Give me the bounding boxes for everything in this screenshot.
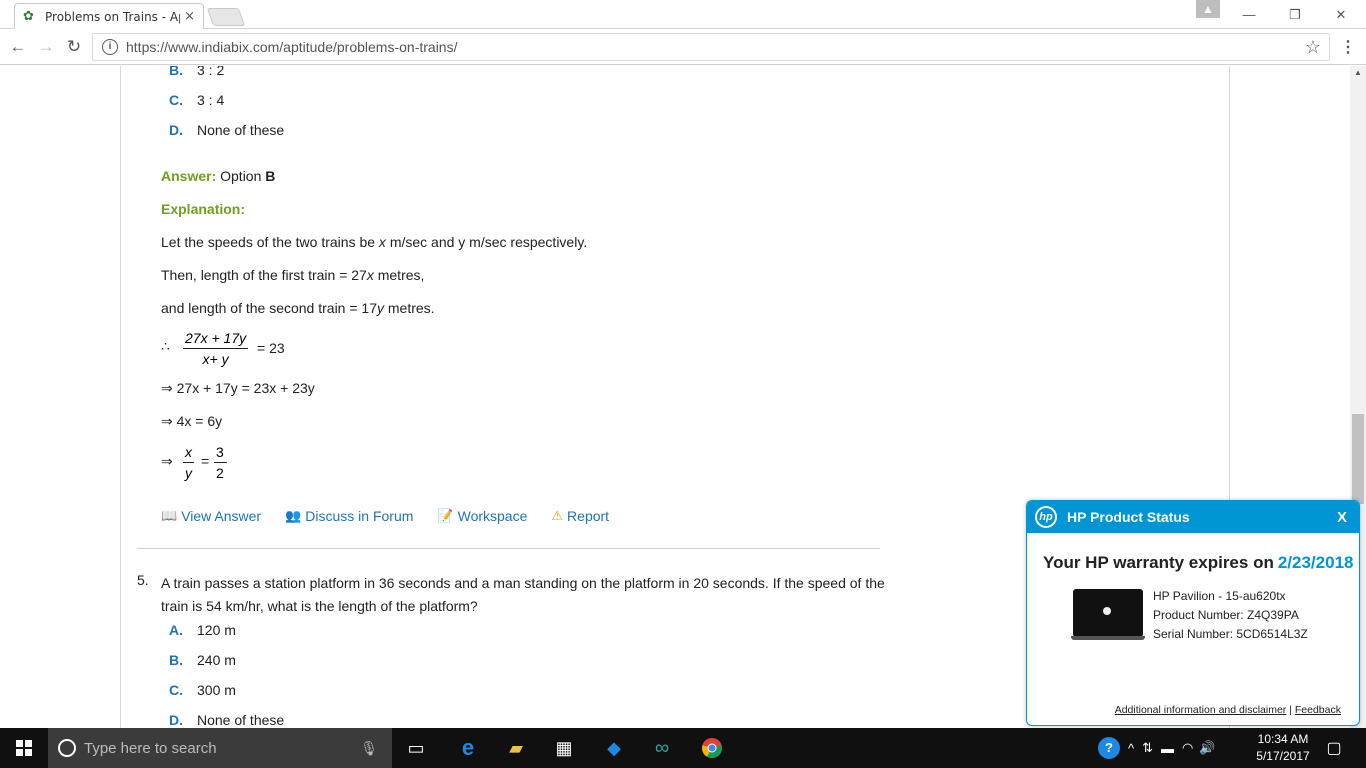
hp-popup-title: HP Product Status — [1067, 509, 1190, 525]
windows-logo-icon — [16, 740, 32, 756]
system-tray: ? ^ ⇅ ▬ ◠ 🔊 — [1098, 728, 1216, 768]
back-icon[interactable]: ← — [8, 37, 28, 57]
explanation-line-1: Let the speeds of the two trains be x m/… — [161, 234, 588, 250]
restore-icon[interactable]: ❐ — [1272, 0, 1318, 29]
ratio-dot: . — [225, 455, 228, 466]
tab-close-icon[interactable]: × — [184, 9, 195, 24]
option-b[interactable]: B. 3 : 2 — [169, 66, 224, 78]
laptop-image — [1071, 589, 1145, 640]
hp-popup-header: hp HP Product Status X — [1027, 501, 1359, 533]
option-c[interactable]: C. 3 : 4 — [169, 92, 224, 108]
browser-titlebar: ✿ Problems on Trains - Apt × ▲ — ❐ ✕ — [0, 0, 1366, 29]
hp-product-number: Product Number: Z4Q39PA — [1153, 608, 1299, 622]
file-explorer-icon[interactable]: ▰ — [504, 736, 528, 760]
hp-popup-close-button[interactable]: X — [1337, 509, 1347, 526]
fraction-ratio-xy: x y — [183, 444, 194, 481]
option-d[interactable]: D. None of these — [169, 122, 284, 138]
feedback-link[interactable]: Feedback — [1295, 704, 1341, 716]
explanation-line-3: and length of the second train = 17y met… — [161, 300, 435, 316]
fraction-equals: = 23 — [257, 340, 285, 356]
bookmark-star-icon[interactable]: ☆ — [1305, 37, 1321, 58]
scrollbar-thumb[interactable] — [1352, 414, 1364, 504]
browser-menu-icon[interactable]: ⋮ — [1340, 37, 1356, 57]
question-actions: 📖 View Answer 👥 Discuss in Forum 📝 Workspac… — [161, 508, 609, 524]
question-divider — [137, 548, 880, 549]
address-bar[interactable]: i https://www.indiabix.com/aptitude/prob… — [92, 33, 1330, 61]
warning-icon: ⚠ — [551, 508, 564, 523]
cortana-icon — [58, 739, 76, 757]
therefore-symbol: ∴ — [161, 338, 170, 354]
network-sync-icon[interactable]: ⇅ — [1142, 740, 1153, 756]
clock-time: 10:34 AM — [1257, 732, 1309, 746]
ratio-equals: = — [201, 453, 210, 469]
hp-logo-icon: hp — [1035, 506, 1057, 528]
new-tab-button[interactable] — [206, 8, 246, 26]
step-2: ⇒ 27x + 17y = 23x + 23y — [161, 380, 315, 396]
microphone-icon[interactable]: 🎙 — [360, 740, 378, 757]
explanation-label: Explanation: — [161, 201, 246, 217]
task-view-icon[interactable]: ▭ — [404, 736, 428, 760]
warranty-date: 2/23/2018 — [1277, 553, 1354, 572]
answer-line: Answer: Option B — [161, 168, 276, 184]
window-close-icon[interactable]: ✕ — [1318, 0, 1364, 29]
search-placeholder: Type here to search — [84, 739, 217, 757]
step-3: ⇒ 4x = 6y — [161, 413, 223, 429]
action-center-icon[interactable]: ▢ — [1322, 736, 1346, 760]
hp-product-status-popup: hp HP Product Status X Your HP warranty … — [1026, 500, 1360, 726]
site-favicon-icon: ✿ — [23, 8, 34, 24]
question-text: A train passes a station platform in 36 … — [161, 575, 885, 614]
step-4-arrow: ⇒ — [161, 453, 173, 469]
q5-option-a[interactable]: A. 120 m — [169, 622, 236, 638]
site-info-icon[interactable]: i — [102, 39, 118, 55]
scroll-up-icon[interactable]: ▲ — [1352, 68, 1364, 80]
discuss-forum-link[interactable]: 👥 Discuss in Forum — [285, 508, 413, 524]
notepad-icon: 📝 — [437, 508, 454, 523]
workspace-link[interactable]: 📝 Workspace — [437, 508, 527, 524]
help-icon[interactable]: ? — [1098, 737, 1120, 759]
hp-popup-footer: Additional information and disclaimer | … — [1114, 704, 1341, 716]
browser-toolbar: ← → ↻ i https://www.indiabix.com/aptitud… — [0, 29, 1366, 65]
explanation-line-2: Then, length of the first train = 27x me… — [161, 267, 425, 283]
taskbar-clock[interactable]: 10:34 AM 5/17/2017 — [1252, 731, 1314, 765]
taskbar-search-box[interactable]: Type here to search 🎙 — [48, 728, 392, 768]
chevron-up-icon[interactable]: ^ — [1128, 741, 1134, 756]
question-number: 5. — [137, 572, 149, 588]
volume-icon[interactable]: 🔊 — [1199, 740, 1215, 756]
hp-model: HP Pavilion - 15-au620tx — [1153, 589, 1286, 603]
clock-date: 5/17/2017 — [1256, 749, 1310, 763]
tab-title: Problems on Trains - Apt — [45, 9, 181, 24]
q5-option-c[interactable]: C. 300 m — [169, 682, 236, 698]
reload-icon[interactable]: ↻ — [64, 37, 84, 57]
wifi-icon[interactable]: ◠ — [1182, 740, 1193, 756]
hp-serial-number: Serial Number: 5CD6514L3Z — [1153, 627, 1308, 641]
disclaimer-link[interactable]: Additional information and disclaimer — [1115, 704, 1287, 716]
minimize-icon[interactable]: — — [1226, 0, 1272, 29]
browser-tab[interactable]: ✿ Problems on Trains - Apt × — [14, 3, 204, 29]
view-answer-link[interactable]: 📖 View Answer — [161, 508, 261, 524]
start-button[interactable] — [0, 728, 48, 768]
windows-taskbar: Type here to search 🎙 ▭ e ▰ ▦ ◆ ∞ ? ^ ⇅ … — [0, 728, 1366, 768]
chrome-icon[interactable] — [700, 736, 724, 760]
q5-option-b[interactable]: B. 240 m — [169, 652, 236, 668]
q5-option-d[interactable]: D. None of these — [169, 712, 284, 728]
store-icon[interactable]: ▦ — [552, 736, 576, 760]
fraction-speed: 27x + 17y x+ y — [183, 330, 249, 367]
profile-icon[interactable]: ▲ — [1196, 0, 1220, 18]
users-icon: 👥 — [285, 508, 302, 523]
forward-icon[interactable]: → — [36, 37, 56, 57]
battery-icon[interactable]: ▬ — [1161, 741, 1174, 756]
book-icon: 📖 — [161, 508, 178, 523]
arduino-icon[interactable]: ∞ — [650, 736, 674, 760]
dropbox-icon[interactable]: ◆ — [602, 736, 626, 760]
report-link[interactable]: ⚠ Report — [551, 508, 609, 524]
url-text[interactable]: https://www.indiabix.com/aptitude/proble… — [126, 39, 1305, 55]
edge-browser-icon[interactable]: e — [456, 735, 480, 760]
hp-warranty-text: Your HP warranty expires on 2/23/2018 — [1043, 553, 1354, 572]
